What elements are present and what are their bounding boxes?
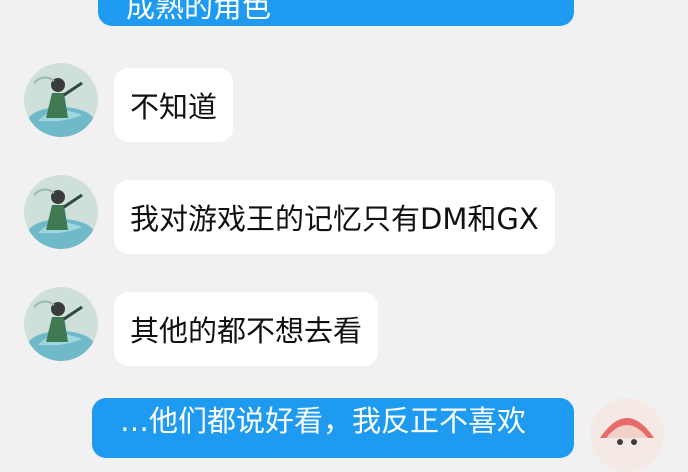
message-text: 不知道 — [130, 90, 218, 124]
message-bubble-incoming[interactable]: 不知道 — [114, 68, 234, 142]
chat-thread: 成熟的角色 不知道 我对游戏王的记忆只有DM和GX 其他的都不想去看 …他们都说… — [0, 0, 688, 472]
message-text: 成熟的角色 — [126, 0, 272, 24]
avatar-image — [590, 398, 664, 472]
contact-avatar[interactable] — [24, 175, 98, 249]
message-bubble-outgoing[interactable]: …他们都说好看，我反正不喜欢 — [92, 398, 574, 458]
avatar-image — [24, 63, 98, 137]
self-avatar[interactable] — [590, 398, 664, 472]
message-text: …他们都说好看，我反正不喜欢 — [120, 404, 527, 438]
message-text: 其他的都不想去看 — [130, 314, 363, 348]
message-bubble-incoming[interactable]: 其他的都不想去看 — [114, 292, 379, 366]
contact-avatar[interactable] — [24, 287, 98, 361]
message-bubble-outgoing[interactable]: 成熟的角色 — [98, 0, 574, 26]
contact-avatar[interactable] — [24, 63, 98, 137]
avatar-image — [24, 175, 98, 249]
message-bubble-incoming[interactable]: 我对游戏王的记忆只有DM和GX — [114, 180, 555, 254]
message-text: 我对游戏王的记忆只有DM和GX — [130, 202, 539, 236]
avatar-image — [24, 287, 98, 361]
